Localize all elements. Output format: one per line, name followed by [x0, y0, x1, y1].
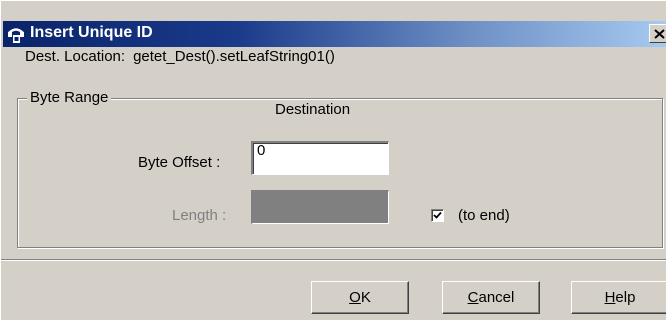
- separator-highlight: [1, 260, 666, 261]
- byte-offset-label: Byte Offset :: [138, 154, 221, 171]
- window-title: Insert Unique ID: [30, 24, 153, 41]
- cancel-label-rest: ancel: [478, 289, 515, 306]
- ok-label-rest: K: [360, 289, 371, 306]
- byte-range-label: Byte Range: [27, 89, 112, 106]
- dest-location-value: getet_Dest().setLeafString01(): [133, 48, 335, 65]
- length-label: Length :: [172, 207, 227, 224]
- help-button[interactable]: Help: [571, 281, 666, 314]
- app-icon: [7, 25, 26, 44]
- insert-unique-id-dialog: Insert Unique ID Dest. Location: getet_De…: [0, 0, 666, 320]
- destination-column-header: Destination: [275, 101, 351, 118]
- length-input: [251, 190, 389, 224]
- title-bar[interactable]: Insert Unique ID: [3, 21, 666, 47]
- to-end-label[interactable]: (to end): [458, 207, 510, 224]
- checkmark-icon: [433, 211, 442, 219]
- help-label-rest: elp: [615, 289, 636, 306]
- close-button[interactable]: [649, 24, 666, 43]
- ok-mnemonic: O: [349, 289, 361, 306]
- close-icon: [654, 28, 665, 39]
- help-mnemonic: H: [604, 289, 616, 306]
- byte-offset-input[interactable]: 0: [251, 141, 389, 175]
- dest-location: Dest. Location: getet_Dest().setLeafStrin…: [25, 48, 335, 65]
- cancel-button[interactable]: Cancel: [442, 281, 540, 314]
- ok-button[interactable]: OK: [311, 281, 409, 314]
- dest-location-label: Dest. Location:: [25, 48, 126, 65]
- to-end-checkbox[interactable]: [431, 209, 444, 222]
- cancel-mnemonic: C: [467, 289, 479, 306]
